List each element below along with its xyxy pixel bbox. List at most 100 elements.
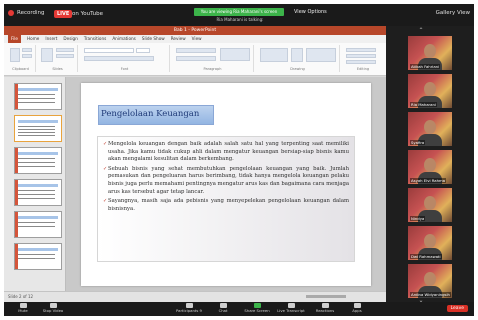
participant-gallery: ⌃ Atikah Fahriani Ria Maharani Syafira A… — [386, 26, 474, 304]
leave-button[interactable]: Leave — [446, 305, 468, 312]
meeting-toolbar: Mute Stop Video Participants 9 Chat Shar… — [4, 302, 474, 316]
chat-button[interactable]: Chat — [208, 303, 238, 315]
ribbon-tab[interactable]: Insert — [45, 35, 57, 43]
participant-head — [424, 234, 436, 248]
talking-indicator: Ria Maharani is talking: — [216, 17, 264, 22]
participant-tile[interactable]: Ria Maharani — [408, 74, 452, 108]
participant-name: Ria Maharani — [410, 102, 437, 107]
ribbon-tab[interactable]: Slide Show — [142, 35, 165, 43]
participant-name: Asyah Elvi Rahma — [410, 178, 447, 183]
apps-button[interactable]: Apps — [342, 303, 372, 315]
arrange-icon[interactable] — [291, 48, 303, 62]
replace-icon[interactable] — [346, 54, 376, 58]
shapes-gallery[interactable] — [260, 48, 288, 62]
list-buttons[interactable] — [176, 48, 216, 53]
bullet-text: Mengelola keuangan dengan baik adalah sa… — [108, 141, 349, 163]
font-size-select[interactable] — [136, 48, 150, 53]
slide-body: ✓ Mengelola keuangan dengan baik adalah s… — [97, 136, 355, 262]
participant-tile[interactable]: Nindya — [408, 188, 452, 222]
bullet-text: Sayangnya, masih saja ada pebisnis yang … — [108, 198, 349, 212]
participant-head — [424, 196, 436, 210]
slide-thumbnail[interactable] — [14, 179, 62, 206]
thumb-line — [18, 162, 55, 163]
slide-bullet: ✓ Sebuah bisnis yang sehat membutuhkan pe… — [103, 166, 349, 196]
slide-thumbnail[interactable] — [14, 211, 62, 238]
ribbon-tab[interactable]: Animations — [112, 35, 136, 43]
new-slide-icon[interactable] — [41, 48, 53, 62]
bullet-check-icon: ✓ — [103, 198, 108, 205]
participant-head — [424, 120, 436, 134]
cut-icon[interactable] — [22, 48, 32, 52]
thumb-title-bar — [18, 248, 58, 251]
view-options-button[interactable]: View Options — [294, 9, 327, 15]
ribbon-tab[interactable]: Review — [171, 35, 186, 43]
thumb-line — [18, 135, 55, 136]
ribbon-group-label: Paragraph — [203, 67, 222, 71]
live-transcript-button[interactable]: Live Transcript — [276, 303, 306, 315]
participants-button[interactable]: Participants 9 — [174, 303, 204, 315]
ppt-window-title: Bab 1 - PowerPoint — [173, 28, 217, 33]
live-badge[interactable]: LIVE — [54, 10, 73, 18]
ribbon-group-label: Slides — [52, 67, 63, 71]
gallery-up-icon[interactable]: ⌃ — [412, 28, 430, 34]
apps-label: Apps — [352, 308, 362, 313]
record-dot-icon — [8, 10, 14, 16]
thumb-line — [18, 98, 55, 99]
text-direction-icon[interactable] — [220, 48, 250, 61]
participant-tile[interactable]: Dwi Rahmawati — [408, 226, 452, 260]
font-name-select[interactable] — [84, 48, 134, 53]
participant-head — [424, 272, 436, 286]
ribbon-group-slides: Slides — [38, 45, 78, 72]
font-format-buttons[interactable] — [84, 56, 154, 61]
reset-icon[interactable] — [56, 54, 74, 58]
ribbon-group-label: Editing — [356, 67, 370, 71]
gallery-view-button[interactable]: Gallery View — [436, 10, 470, 16]
live-platform-label: on YouTube — [72, 11, 103, 17]
align-buttons[interactable] — [176, 56, 216, 61]
ribbon-tab[interactable]: View — [192, 35, 202, 43]
slide-thumbnail[interactable] — [14, 147, 62, 174]
ribbon-tab[interactable]: File — [8, 35, 22, 43]
share-screen-button[interactable]: Share Screen — [242, 303, 272, 315]
bullet-check-icon: ✓ — [103, 165, 108, 172]
thumb-line — [18, 132, 55, 133]
paste-icon[interactable] — [10, 48, 20, 62]
copy-icon[interactable] — [22, 54, 32, 58]
find-icon[interactable] — [346, 48, 376, 52]
layout-icon[interactable] — [56, 48, 74, 52]
reactions-button[interactable]: Reactions — [310, 303, 340, 315]
screen-share-banner: You are viewing Ria Maharani's screen — [194, 8, 284, 16]
recording-label: Recording — [17, 10, 45, 16]
slide-title: Pengelolaan Keuangan — [101, 109, 200, 119]
participant-tile[interactable]: Asyah Elvi Rahma — [408, 150, 452, 184]
participant-name: Nindya — [410, 216, 426, 221]
select-icon[interactable] — [346, 60, 376, 64]
participant-tile[interactable]: Atikah Fahriani — [408, 36, 452, 70]
ppt-status-bar: Slide 2 of 12 — [4, 291, 386, 302]
mute-button[interactable]: Mute — [8, 303, 38, 315]
participant-name: Atikah Fahriani — [410, 64, 441, 69]
participant-name: Ardina Widyaningsih — [410, 292, 451, 297]
zoom-slider[interactable] — [306, 295, 346, 298]
recording-indicator[interactable]: Recording — [8, 10, 45, 16]
participant-tile[interactable]: Syafira — [408, 112, 452, 146]
current-slide[interactable]: Pengelolaan Keuangan ✓ Mengelola keuangan… — [81, 83, 371, 286]
stop-video-button[interactable]: Stop Video — [38, 303, 68, 315]
ribbon-group-editing: Editing — [342, 45, 384, 72]
slide-thumbnail[interactable] — [14, 83, 62, 110]
ppt-title-bar: Bab 1 - PowerPoint — [4, 26, 386, 35]
participant-name: Dwi Rahmawati — [410, 254, 442, 259]
quick-styles-icon[interactable] — [306, 48, 336, 62]
thumb-title-bar — [18, 152, 58, 155]
thumb-line — [18, 190, 55, 191]
slide-thumbnail-active[interactable] — [14, 115, 62, 142]
participant-tile[interactable]: Ardina Widyaningsih — [408, 264, 452, 298]
ribbon-tab[interactable]: Home — [27, 35, 39, 43]
ribbon-group-label: Font — [120, 67, 129, 71]
ribbon-group-font: Font — [80, 45, 170, 72]
ribbon-tab[interactable]: Transitions — [84, 35, 106, 43]
stop-video-label: Stop Video — [42, 308, 64, 313]
slide-thumbnail[interactable] — [14, 243, 62, 270]
participants-count: 9 — [199, 308, 202, 313]
ribbon-tab[interactable]: Design — [63, 35, 77, 43]
